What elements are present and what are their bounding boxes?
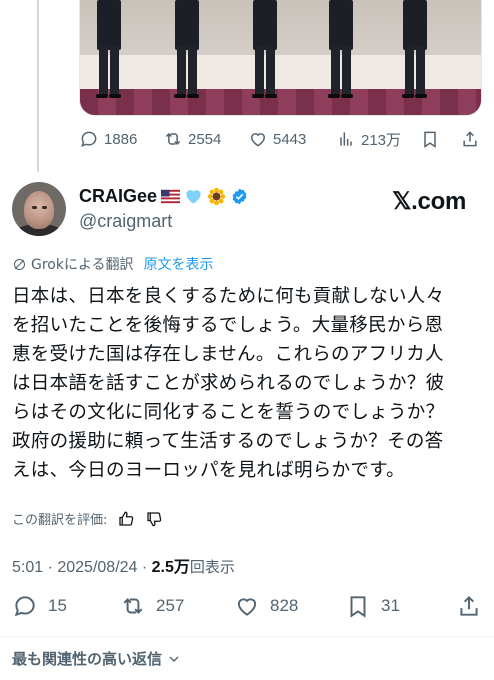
like-button[interactable]: 5443 <box>248 127 306 151</box>
reply-button[interactable]: 1886 <box>79 127 137 151</box>
like-count: 828 <box>270 596 299 615</box>
views-button[interactable]: 213万 <box>336 127 401 151</box>
prev-tweet-action-bar: 1886 2554 5443 213万 <box>79 127 482 151</box>
tweet-action-bar: 15 257 828 31 <box>12 592 484 620</box>
tweet-meta: 5:01 · 2025/08/24 · 2.5万回表示 <box>12 553 235 577</box>
heart-icon <box>237 598 257 616</box>
verified-badge-icon <box>232 188 247 205</box>
replies-sort-dropdown[interactable]: 最も関連性の高い返信 <box>12 648 182 669</box>
bar-chart-icon <box>340 132 352 146</box>
replies-sort-label: 最も関連性の高い返信 <box>12 650 163 668</box>
chevron-down-icon <box>169 656 179 662</box>
tweet-body-line: を招いたことを後悔するでしょう。大量移民から恩 <box>12 315 444 336</box>
tweet-media-photo[interactable] <box>79 0 482 116</box>
share-icon <box>460 595 478 616</box>
us-flag-emoji <box>161 189 181 204</box>
reply-count: 1886 <box>104 130 138 148</box>
bookmark-button[interactable] <box>420 127 440 151</box>
author-handle: @craigmart <box>79 211 173 231</box>
view-count: 213万 <box>361 131 402 149</box>
rate-translation-label: この翻訳を評価: <box>12 513 108 528</box>
share-button[interactable] <box>456 592 482 620</box>
grok-icon <box>13 258 26 270</box>
views-label: 回表示 <box>189 558 235 576</box>
reply-count: 15 <box>48 596 67 615</box>
tweet-body: 日本は、日本を良くするために何も貢献しない人々 を招いたことを後悔するでしょう。… <box>12 282 484 485</box>
repost-icon <box>165 132 181 146</box>
divider <box>0 636 494 637</box>
tweet-body-line: は日本語を話すことが求められるのでしょうか？彼 <box>12 373 445 394</box>
photo-figure <box>400 0 430 98</box>
repost-icon <box>123 598 143 614</box>
bookmark-icon <box>424 131 436 148</box>
tweet-body-line: 日本は、日本を良くするために何も貢献しない人々 <box>12 286 445 307</box>
show-original-link[interactable]: 原文を表示 <box>144 254 214 274</box>
view-count-bold: 2.5万 <box>151 559 190 576</box>
light-blue-heart-emoji <box>186 190 201 204</box>
thumbs-down-icon[interactable] <box>145 510 163 528</box>
like-count: 5443 <box>273 130 307 148</box>
repost-count: 2554 <box>188 130 222 148</box>
photo-figure <box>172 0 202 98</box>
tweet-body-line: らはその文化に同化することを誓うのでしょうか？ <box>12 402 445 423</box>
x-com-label: 𝕏.com <box>392 188 466 215</box>
translation-meta: Grokによる翻訳 原文を表示 <box>12 254 214 274</box>
author-avatar[interactable] <box>12 182 66 236</box>
thumbs-up-icon[interactable] <box>117 510 135 528</box>
tweet-body-line: 政府の援助に頼って生活するのでしょうか？その答 <box>12 431 444 452</box>
author-name: CRAIGee <box>79 186 158 206</box>
tweet-body-line: えは、今日のヨーロッパを見れば明らかです。 <box>12 460 405 481</box>
bookmark-button[interactable]: 31 <box>345 592 400 620</box>
photo-figure <box>326 0 356 98</box>
share-icon <box>463 131 477 147</box>
thread-connector-line <box>37 0 39 172</box>
repost-button[interactable]: 257 <box>120 592 184 620</box>
bookmark-icon <box>350 596 366 618</box>
photo-figure <box>94 0 124 98</box>
rate-translation: この翻訳を評価: <box>12 509 163 528</box>
author-block[interactable]: CRAIGee @craigmart <box>79 186 249 232</box>
repost-count: 257 <box>156 596 185 615</box>
translation-label: Grokによる翻訳 <box>31 257 134 273</box>
timestamp[interactable]: 5:01 · 2025/08/24 · <box>12 559 152 576</box>
bookmark-count: 31 <box>381 596 400 615</box>
repost-button[interactable]: 2554 <box>163 127 221 151</box>
photo-figure <box>250 0 280 98</box>
tweet-body-line: 恵を受けた国は存在しません。これらのアフリカ人 <box>12 344 444 365</box>
reply-icon <box>14 596 35 617</box>
share-button[interactable] <box>460 127 480 151</box>
like-button[interactable]: 828 <box>234 592 298 620</box>
heart-icon <box>250 133 266 147</box>
sunflower-emoji <box>207 187 226 206</box>
reply-button[interactable]: 15 <box>12 592 67 620</box>
reply-icon <box>81 131 97 147</box>
